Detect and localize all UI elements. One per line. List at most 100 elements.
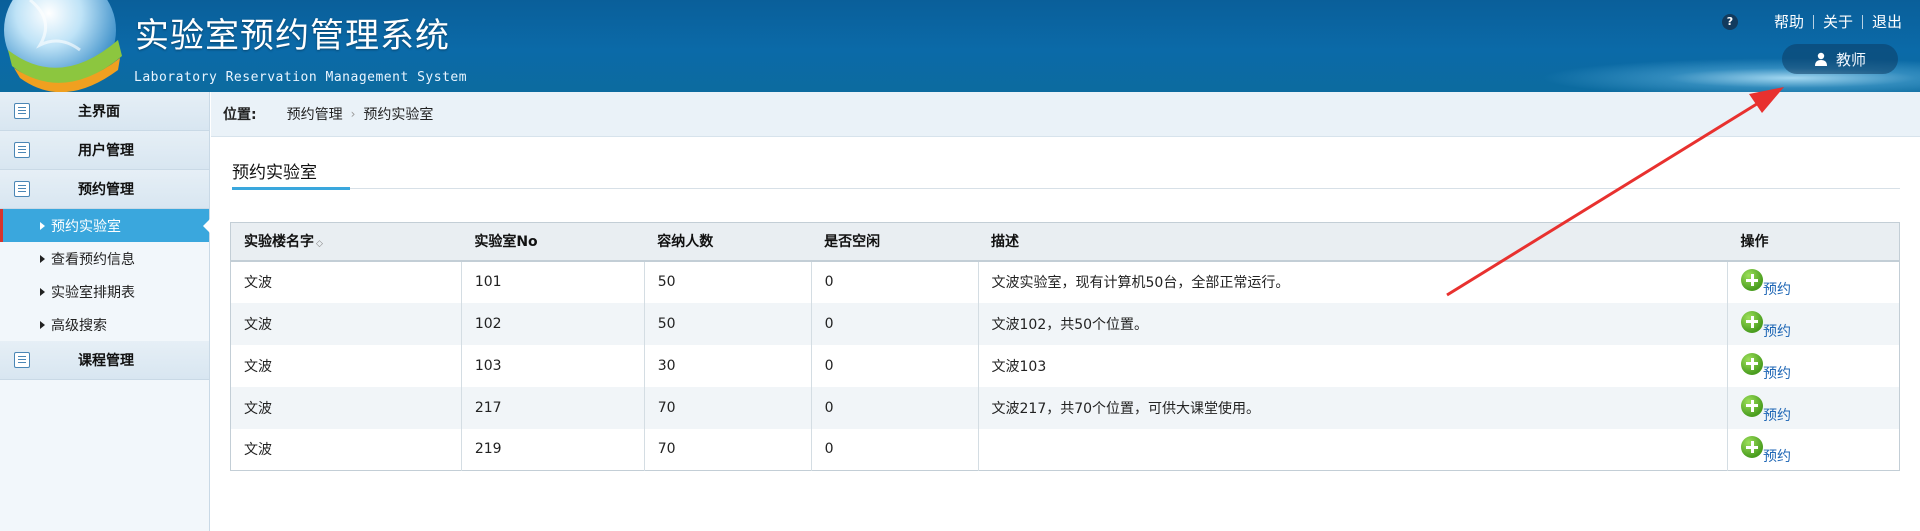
sidebar-item-view-reservations[interactable]: 查看预约信息 [0,242,209,275]
reserve-button[interactable]: 预约 [1741,436,1791,465]
cell-action: 预约 [1727,302,1900,345]
caret-right-icon [40,254,45,263]
add-circle-icon [1741,352,1764,375]
add-circle-icon [1741,269,1764,291]
column-header-is-free: 是否空闲 [811,222,979,262]
reserve-button[interactable]: 预约 [1741,269,1791,298]
cell-lab-no: 102 [461,302,645,345]
lab-table: 实验楼名字 ◇ 实验室No 容纳人数 是否空闲 描述 操作 文波 101 50 0… [230,222,1900,471]
cell-description: 文波102，共50个位置。 [978,302,1729,345]
sidebar-item-reserve-lab[interactable]: 预约实验室 [0,209,210,242]
cell-description: 文波103 [978,344,1729,387]
sidebar-item-lab-schedule[interactable]: 实验室排期表 [0,275,209,308]
add-circle-icon [1741,394,1764,417]
cell-building: 文波 [230,344,462,387]
reserve-link-label: 预约 [1763,407,1792,424]
cell-description: 文波217，共70个位置，可供大课堂使用。 [978,386,1729,429]
sort-icon[interactable]: ◇ [316,239,323,249]
cell-action: 预约 [1728,429,1900,471]
caret-right-icon [40,287,45,296]
sidebar-section-label: 课程管理 [78,353,134,369]
cell-is-free: 0 [811,428,979,471]
cell-capacity: 70 [644,386,812,429]
sidebar-item-label: 高级搜索 [51,317,107,334]
column-header-lab-no: 实验室No [461,222,645,262]
column-header-action: 操作 [1727,222,1900,262]
sidebar-item-label: 实验室排期表 [51,284,135,301]
table-row: 文波 219 70 0 预约 [230,428,1900,471]
sidebar: 主界面 用户管理 预约管理 预约实验室 查看预约信息 实验室排期表 高级搜索 课… [0,92,210,531]
caret-right-icon [40,320,45,329]
column-header-building[interactable]: 实验楼名字 ◇ [230,222,462,262]
link-divider [1812,14,1814,29]
table-row: 文波 103 30 0 文波103 预约 [230,344,1900,387]
caret-right-icon [40,221,45,230]
cell-description [978,428,1729,471]
cell-description: 文波实验室，现有计算机50台，全部正常运行。 [978,260,1729,303]
cell-action: 预约 [1728,261,1900,303]
list-icon [14,352,30,368]
list-icon [14,103,30,119]
cell-capacity: 30 [644,344,812,387]
table-row: 文波 101 50 0 文波实验室，现有计算机50台，全部正常运行。 预约 [230,260,1900,303]
table-header-row: 实验楼名字 ◇ 实验室No 容纳人数 是否空闲 描述 操作 [230,222,1900,262]
sidebar-section-reservations[interactable]: 预约管理 [0,170,209,209]
cell-is-free: 0 [811,260,979,303]
reserve-button[interactable]: 预约 [1741,310,1791,340]
sidebar-item-label: 预约实验室 [51,218,121,235]
reserve-link-label: 预约 [1763,449,1792,466]
cell-building: 文波 [230,386,462,429]
reserve-button[interactable]: 预约 [1741,394,1791,424]
title-accent-bar [232,187,350,190]
cell-building: 文波 [230,428,462,471]
reserve-link-label: 预约 [1763,323,1792,340]
user-role-label: 教师 [1835,50,1866,69]
sidebar-section-users[interactable]: 用户管理 [0,131,209,170]
sidebar-section-label: 主界面 [78,104,120,120]
user-icon [1814,52,1827,66]
user-menu-button[interactable]: 教师 [1782,44,1898,74]
breadcrumb-item-reserve-lab[interactable]: 预约实验室 [363,104,433,124]
app-title: 实验室预约管理系统 [135,16,450,56]
header-links: ? 帮助 关于 退出 [1721,11,1902,32]
help-link[interactable]: 帮助 [1774,11,1804,32]
app-subtitle: Laboratory Reservation Management System [134,70,468,85]
breadcrumb-item-reservations[interactable]: 预约管理 [287,104,343,124]
cell-lab-no: 219 [461,428,645,471]
page-title: 预约实验室 [232,163,317,183]
breadcrumb: 位置: 预约管理 › 预约实验室 [211,92,1920,137]
sidebar-section-label: 预约管理 [78,182,134,198]
title-divider [232,188,1900,189]
table-row: 文波 102 50 0 文波102，共50个位置。 预约 [230,302,1900,345]
reserve-button[interactable]: 预约 [1741,352,1791,382]
help-icon[interactable]: ? [1721,13,1738,30]
cell-is-free: 0 [811,386,979,429]
cell-lab-no: 101 [461,260,645,303]
list-icon [14,181,30,197]
app-header: 实验室预约管理系统 Laboratory Reservation Managem… [0,0,1920,92]
about-link[interactable]: 关于 [1823,11,1853,32]
cell-capacity: 50 [644,302,812,345]
logout-link[interactable]: 退出 [1872,11,1902,32]
cell-building: 文波 [230,302,462,345]
sidebar-item-advanced-search[interactable]: 高级搜索 [0,308,209,341]
cell-is-free: 0 [811,344,979,387]
sidebar-section-label: 用户管理 [78,143,134,159]
sidebar-section-courses[interactable]: 课程管理 [0,341,209,380]
cell-is-free: 0 [811,302,979,345]
reserve-link-label: 预约 [1763,365,1792,382]
cell-capacity: 70 [644,428,812,471]
cell-action: 预约 [1728,345,1900,387]
cell-capacity: 50 [644,260,812,303]
cell-lab-no: 217 [461,386,645,429]
cell-action: 预约 [1727,386,1900,429]
breadcrumb-separator-icon: › [350,107,356,121]
add-circle-icon [1741,310,1764,333]
cell-lab-no: 103 [461,344,645,387]
column-header-capacity: 容纳人数 [644,222,812,262]
breadcrumb-label: 位置: [223,107,257,123]
reserve-link-label: 预约 [1763,282,1792,298]
sidebar-section-home[interactable]: 主界面 [0,92,209,131]
table-row: 文波 217 70 0 文波217，共70个位置，可供大课堂使用。 预约 [230,386,1900,429]
add-circle-icon [1741,436,1764,459]
